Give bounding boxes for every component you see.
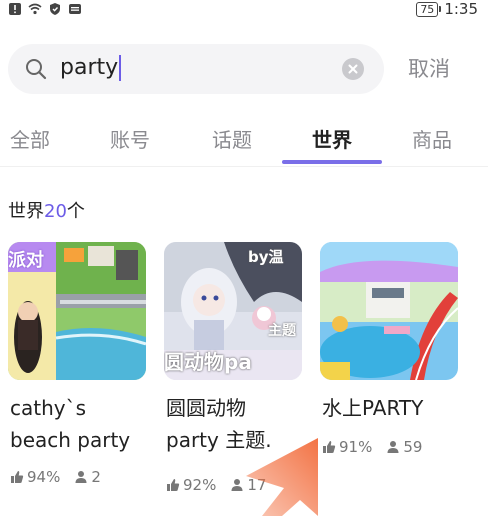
world-title: 水上PARTY xyxy=(322,396,424,420)
alert-icon xyxy=(9,3,21,15)
player-count: 17 xyxy=(247,476,267,494)
like-rate: 94% xyxy=(27,468,61,486)
shield-icon xyxy=(50,3,60,15)
search-input[interactable]: party xyxy=(8,44,384,94)
tab-all[interactable]: 全部 xyxy=(10,124,50,153)
world-title: 圆圆动物 party 主题. xyxy=(166,396,272,452)
thumbnail-caption: 圆动物pa xyxy=(164,350,252,374)
world-thumbnail[interactable]: by温 主题 圆动物pa xyxy=(164,242,302,380)
world-card[interactable]: 水上PARTY 91% 59 xyxy=(320,242,458,512)
status-time: 1:35 xyxy=(444,0,478,18)
cancel-button[interactable]: 取消 xyxy=(408,54,450,84)
world-thumbnail[interactable]: 派对 xyxy=(8,242,146,380)
thumbs-up-icon xyxy=(167,479,180,491)
tab-worlds[interactable]: 世界 xyxy=(312,124,352,153)
status-bar: 75 1:35 xyxy=(0,0,488,30)
active-tab-indicator xyxy=(282,160,382,164)
person-icon xyxy=(75,471,87,483)
clear-icon[interactable] xyxy=(342,58,364,80)
world-stats: 94% 2 xyxy=(10,468,101,486)
wifi-icon xyxy=(28,3,42,15)
world-stats: 92% 17 xyxy=(166,476,266,494)
person-icon xyxy=(387,441,399,453)
tabs-divider xyxy=(0,166,488,167)
world-thumbnail[interactable] xyxy=(320,242,458,380)
category-tabs: 全部 账号 话题 世界 商品 xyxy=(0,120,488,167)
player-count: 59 xyxy=(403,438,423,456)
thumbs-up-icon xyxy=(11,471,24,483)
thumbnail-caption: 主题 xyxy=(268,323,296,339)
like-rate: 91% xyxy=(339,438,373,456)
battery-indicator: 75 xyxy=(416,1,442,17)
tab-products[interactable]: 商品 xyxy=(412,124,452,153)
search-query: party xyxy=(60,53,122,83)
search-icon xyxy=(26,59,47,80)
player-count: 2 xyxy=(91,468,101,486)
search-row: party 取消 xyxy=(8,44,480,96)
thumbnail-caption: 派对 xyxy=(8,250,44,271)
world-title: cathy`s beach party xyxy=(10,396,131,452)
thumbnail-caption: by温 xyxy=(248,248,284,266)
text-caret xyxy=(119,55,122,81)
message-icon xyxy=(69,4,81,14)
person-icon xyxy=(231,479,243,491)
like-rate: 92% xyxy=(183,476,217,494)
tab-accounts[interactable]: 账号 xyxy=(110,124,150,153)
thumbs-up-icon xyxy=(323,441,336,453)
world-card[interactable]: by温 主题 圆动物pa 圆圆动物 party 主题. 92% 17 xyxy=(164,242,302,512)
section-title: 世界20个 xyxy=(8,201,85,222)
world-stats: 91% 59 xyxy=(322,438,422,456)
tab-topics[interactable]: 话题 xyxy=(212,124,252,153)
world-card[interactable]: 派对 cathy`s beach party 94% 2 xyxy=(8,242,146,512)
